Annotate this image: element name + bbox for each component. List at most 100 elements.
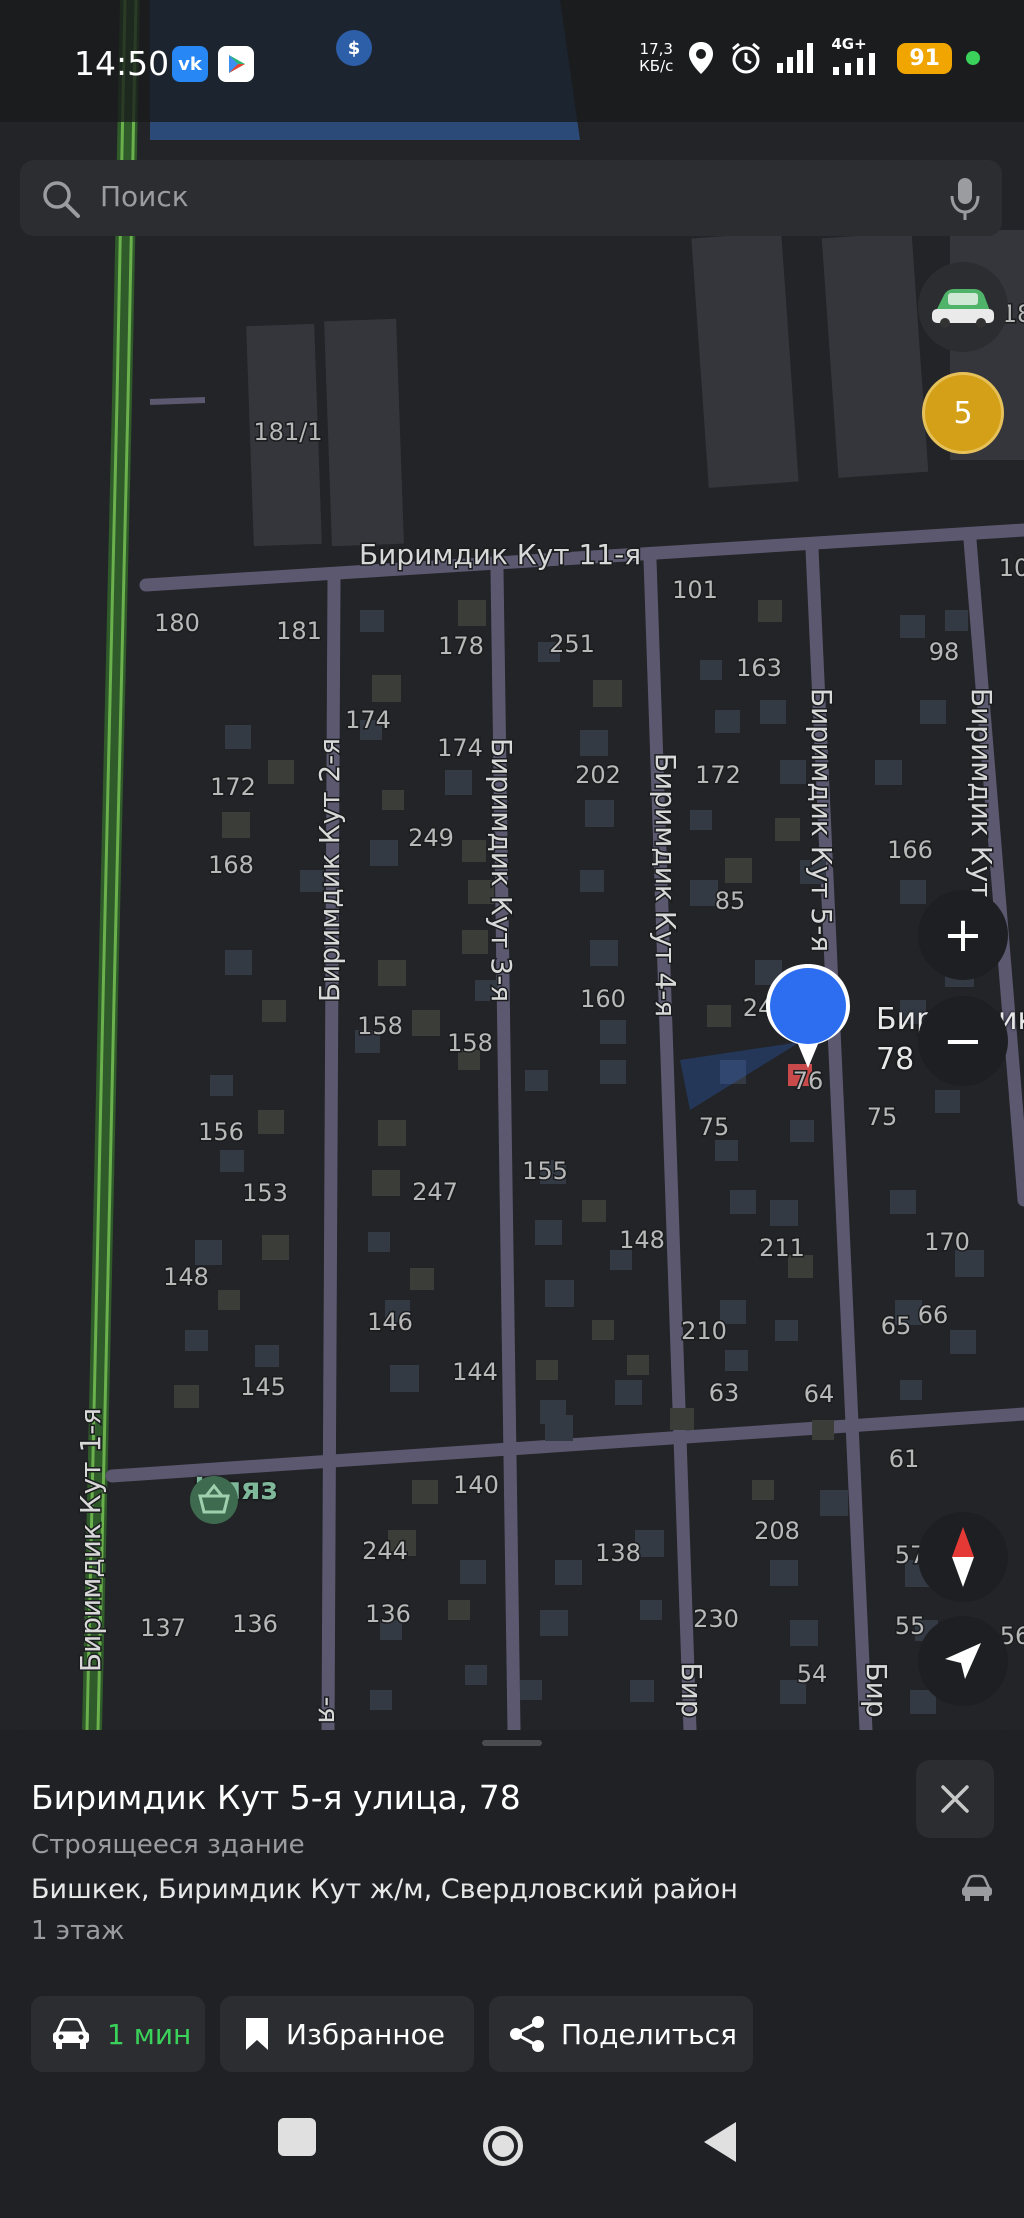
house xyxy=(258,1110,284,1134)
house-number: 146 xyxy=(367,1308,413,1336)
house xyxy=(540,1610,568,1636)
house-number: 10 xyxy=(999,554,1024,582)
house xyxy=(220,1150,244,1172)
taxi-button[interactable] xyxy=(918,262,1008,352)
house xyxy=(775,1320,798,1341)
street-label: Биримдик Кут 4-я xyxy=(649,753,682,1017)
house xyxy=(462,930,488,954)
house xyxy=(460,1560,486,1584)
close-button[interactable] xyxy=(916,1760,994,1838)
house-number: 247 xyxy=(412,1178,458,1206)
cluster-badge[interactable]: 5 xyxy=(922,372,1004,454)
street-label: Биримдик Кут 11-я xyxy=(359,538,641,571)
house-number: 202 xyxy=(575,761,621,789)
zoom-out-button[interactable]: − xyxy=(918,996,1008,1086)
house xyxy=(536,1360,558,1380)
house xyxy=(758,600,782,622)
house xyxy=(950,1330,976,1354)
house xyxy=(225,950,252,975)
house xyxy=(700,660,722,680)
nav-recents-button[interactable] xyxy=(278,2118,316,2156)
house-number: 160 xyxy=(580,985,626,1013)
house xyxy=(372,675,401,702)
house-number: 145 xyxy=(240,1373,286,1401)
house-number: 64 xyxy=(804,1380,835,1408)
house xyxy=(890,1190,916,1214)
house xyxy=(540,1400,566,1424)
car-icon[interactable] xyxy=(960,1874,994,1902)
house xyxy=(640,1600,662,1620)
vk-icon: vk xyxy=(172,46,208,82)
favorite-button[interactable]: Избранное xyxy=(220,1996,474,2072)
house-number: 148 xyxy=(619,1226,665,1254)
street-label: Биримдик Кут 5-я xyxy=(805,688,838,952)
house-number: 178 xyxy=(438,632,484,660)
house xyxy=(630,1680,654,1702)
poi-ilyaz[interactable]: Иляз xyxy=(186,1472,286,1524)
drag-handle[interactable] xyxy=(482,1740,542,1746)
house xyxy=(820,1490,848,1516)
house xyxy=(378,960,406,986)
signal-icon xyxy=(777,43,814,73)
compass-icon xyxy=(952,1527,974,1587)
house-number: 156 xyxy=(198,1118,244,1146)
house xyxy=(372,1170,400,1196)
house-number: 210 xyxy=(681,1317,727,1345)
zoom-in-button[interactable]: + xyxy=(918,890,1008,980)
house-number: 85 xyxy=(715,887,746,915)
house-number: 155 xyxy=(522,1157,568,1185)
search-bar[interactable]: Поиск xyxy=(20,160,1002,236)
house xyxy=(368,1232,390,1252)
house-number: 170 xyxy=(924,1228,970,1256)
house-number: 144 xyxy=(452,1358,498,1386)
shopping-basket-icon xyxy=(190,1476,238,1524)
share-button[interactable]: Поделиться xyxy=(489,1996,753,2072)
house-number: 66 xyxy=(918,1301,949,1329)
house xyxy=(410,1268,434,1290)
house xyxy=(780,760,806,784)
network-indicator: 4G+ xyxy=(831,35,883,75)
house-number: 244 xyxy=(362,1537,408,1565)
map-view[interactable]: Биримдик Кут 11-я Биримдик Кут 2-я Биримди… xyxy=(0,0,1024,1730)
house-number: 249 xyxy=(408,824,454,852)
house-number: 140 xyxy=(453,1471,499,1499)
house-number: 138 xyxy=(595,1539,641,1567)
map-canvas[interactable]: Биримдик Кут 11-я Биримдик Кут 2-я Биримди… xyxy=(0,0,1024,1730)
location-icon xyxy=(689,42,714,74)
house xyxy=(730,1190,756,1214)
route-button[interactable]: 1 мин xyxy=(31,1996,205,2072)
house xyxy=(580,730,608,756)
house xyxy=(600,1060,626,1084)
street-label: Биримдик Кут 1-я xyxy=(74,1408,107,1672)
place-floors: 1 этаж xyxy=(31,1916,125,1946)
house-number: 181 xyxy=(276,617,322,645)
alarm-icon xyxy=(732,42,761,74)
house xyxy=(790,1620,818,1646)
search-input[interactable]: Поиск xyxy=(100,180,189,213)
location-pin-icon[interactable] xyxy=(760,960,856,1080)
house-number: 101 xyxy=(672,576,718,604)
house-number: 158 xyxy=(447,1029,493,1057)
house xyxy=(412,1480,438,1504)
house xyxy=(255,1345,279,1367)
house xyxy=(445,770,472,795)
compass-button[interactable] xyxy=(918,1512,1008,1602)
house xyxy=(593,680,622,707)
house-number: 158 xyxy=(357,1012,403,1040)
house xyxy=(412,1010,440,1036)
microphone-icon[interactable] xyxy=(948,176,982,222)
house xyxy=(770,1560,798,1586)
status-right: 17,3 КБ/с 4G+ 91 xyxy=(639,35,980,76)
house xyxy=(900,880,926,904)
house xyxy=(592,1320,614,1340)
battery-level: 91 xyxy=(897,42,952,74)
house-number: 148 xyxy=(163,1263,209,1291)
house xyxy=(945,610,968,631)
my-location-button[interactable] xyxy=(918,1616,1008,1706)
house xyxy=(535,1220,562,1245)
house xyxy=(222,812,250,838)
house xyxy=(790,1120,814,1142)
house xyxy=(195,1240,222,1265)
nav-back-icon[interactable] xyxy=(700,2120,740,2164)
house xyxy=(725,858,752,883)
